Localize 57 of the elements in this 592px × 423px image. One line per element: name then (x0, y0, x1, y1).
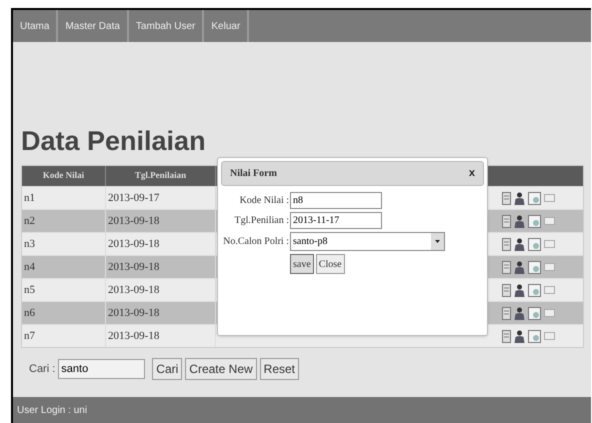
dialog-title: Nilai Form (230, 167, 277, 181)
field-label: Kode Nilai : (238, 194, 289, 208)
table-cell-text: 2013-09-18 (108, 282, 160, 298)
dialog-dismiss-x[interactable]: x (468, 165, 475, 182)
field-label: No.Calon Polri : (222, 235, 289, 249)
table-cell-text: 2013-09-17 (108, 190, 160, 206)
table-cell-text: 2013-09-18 (108, 328, 160, 344)
search-button[interactable]: Reset (260, 358, 300, 380)
table-cell-text: n3 (24, 236, 35, 252)
person-icon[interactable] (514, 330, 524, 342)
document-icon[interactable] (502, 260, 510, 274)
table-cell-text: 2013-09-18 (108, 236, 160, 252)
picture-icon[interactable] (528, 306, 540, 320)
search-field[interactable]: santo (58, 359, 146, 379)
nav-link[interactable]: Master Data (58, 10, 129, 42)
table-cell-text: 2013-09-18 (108, 214, 160, 229)
document-icon[interactable] (502, 330, 510, 342)
field-label: Tgl.Penilian : (234, 214, 289, 228)
table-cell-text: n1 (24, 190, 35, 206)
table-cell-text: n5 (24, 282, 35, 298)
person-icon[interactable] (514, 238, 524, 250)
picture-icon[interactable] (528, 284, 540, 296)
caret-icon (431, 233, 444, 250)
dialog-button[interactable]: Close (316, 254, 345, 274)
search-button[interactable]: Cari (152, 358, 182, 380)
picture-icon[interactable] (528, 192, 540, 204)
document-icon[interactable] (502, 192, 510, 204)
document-icon[interactable] (502, 284, 510, 296)
nav-link[interactable]: Utama (13, 10, 58, 42)
person-icon[interactable] (514, 284, 524, 296)
person-icon[interactable] (514, 192, 524, 204)
select-field[interactable]: santo-p8 (290, 232, 445, 251)
search-label: Cari : (29, 362, 56, 377)
table-cell-text: n6 (24, 306, 35, 321)
table-cell-text: n4 (24, 260, 35, 275)
search-button[interactable]: Create New (185, 358, 257, 380)
person-icon[interactable] (514, 306, 524, 320)
input-field[interactable]: 2013-11-17 (290, 212, 382, 229)
table-cell-text: 2013-09-18 (108, 306, 160, 321)
picture-icon[interactable] (528, 330, 540, 342)
table-cell-text: n2 (24, 214, 35, 229)
table-cell-text: n7 (24, 328, 35, 344)
picture-icon[interactable] (528, 238, 540, 250)
nav-link[interactable]: Tambah User (128, 10, 204, 42)
input-field[interactable]: n8 (290, 192, 382, 209)
nav-link[interactable]: Keluar (204, 10, 250, 42)
document-icon[interactable] (502, 214, 510, 228)
person-icon[interactable] (514, 260, 524, 274)
table-cell-text: 2013-09-18 (108, 260, 160, 275)
picture-icon[interactable] (528, 214, 540, 228)
document-icon[interactable] (502, 238, 510, 250)
document-icon[interactable] (502, 306, 510, 320)
person-icon[interactable] (514, 214, 524, 228)
dialog-button[interactable]: save (290, 254, 314, 274)
picture-icon[interactable] (528, 260, 540, 274)
page-title: Data Penilaian (21, 126, 206, 156)
user-login-text: User Login : uni (17, 404, 88, 418)
